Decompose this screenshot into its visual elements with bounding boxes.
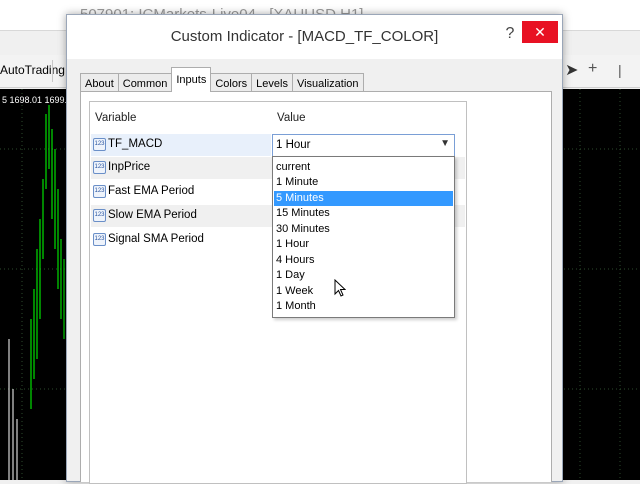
dialog-titlebar[interactable]: Custom Indicator - [MACD_TF_COLOR] ? ✕ <box>67 15 562 59</box>
dropdown-option-15-minutes[interactable]: 15 Minutes <box>274 206 453 221</box>
input-variable-label: Fast EMA Period <box>108 185 195 197</box>
input-row-fast-ema-period[interactable]: 123 Fast EMA Period <box>91 181 271 203</box>
variable-column-header[interactable]: Variable <box>95 112 136 124</box>
integer-type-icon: 123 <box>93 138 106 151</box>
input-row-slow-ema-period[interactable]: 123 Slow EMA Period <box>91 205 271 227</box>
price-chart-right[interactable] <box>560 89 640 480</box>
dropdown-option-30-minutes[interactable]: 30 Minutes <box>274 222 453 237</box>
dropdown-option-1-month[interactable]: 1 Month <box>274 299 453 314</box>
chevron-down-icon[interactable]: ▼ <box>440 138 450 149</box>
tab-inputs[interactable]: Inputs <box>171 67 212 92</box>
value-column-header[interactable]: Value <box>277 112 306 124</box>
integer-type-icon: 123 <box>93 209 106 222</box>
dropdown-option-5-minutes[interactable]: 5 Minutes <box>274 191 453 206</box>
timeframe-dropdown-list: current 1 Minute 5 Minutes 15 Minutes 30… <box>272 156 455 318</box>
dialog-tabs: About Common Inputs Colors Levels Visualizati… <box>80 67 364 94</box>
chart-grid <box>560 89 640 480</box>
tf-macd-selected-value: 1 Hour <box>276 139 311 151</box>
dropdown-option-1-hour[interactable]: 1 Hour <box>274 237 453 252</box>
price-chart-left[interactable] <box>0 89 68 480</box>
candle-chart <box>0 89 68 480</box>
dropdown-option-4-hours[interactable]: 4 Hours <box>274 253 453 268</box>
autotrading-button[interactable]: AutoTrading <box>0 63 65 77</box>
integer-type-icon: 123 <box>93 233 106 246</box>
input-variable-label: InpPrice <box>108 161 151 173</box>
dropdown-option-1-week[interactable]: 1 Week <box>274 284 453 299</box>
input-row-signal-sma-period[interactable]: 123 Signal SMA Period <box>91 229 271 251</box>
integer-type-icon: 123 <box>93 185 106 198</box>
help-button[interactable]: ? <box>497 23 523 45</box>
dialog-title: Custom Indicator - [MACD_TF_COLOR] <box>170 28 439 45</box>
tf-macd-select[interactable]: 1 Hour ▼ <box>272 134 455 157</box>
input-row-tf-macd[interactable]: 123 TF_MACD <box>91 134 271 156</box>
mouse-pointer-icon <box>334 279 346 297</box>
trendline-tool-icon[interactable]: | <box>618 62 622 78</box>
crosshair-tool-icon[interactable]: + <box>588 60 597 78</box>
toolbar-separator <box>52 60 53 82</box>
inputs-grid: Variable Value 123 TF_MACD 123 InpPrice … <box>89 101 467 484</box>
inputs-panel: Variable Value 123 TF_MACD 123 InpPrice … <box>80 91 552 484</box>
dropdown-option-1-day[interactable]: 1 Day <box>274 268 453 283</box>
dropdown-option-current[interactable]: current <box>274 160 453 175</box>
cursor-tool-icon[interactable]: ➤ <box>565 60 578 80</box>
dropdown-option-1-minute[interactable]: 1 Minute <box>274 175 453 190</box>
input-variable-label: Slow EMA Period <box>108 209 197 221</box>
input-row-inpprice[interactable]: 123 InpPrice <box>91 157 271 179</box>
input-variable-label: TF_MACD <box>108 138 163 150</box>
close-button[interactable]: ✕ <box>522 21 558 43</box>
input-variable-label: Signal SMA Period <box>108 233 204 245</box>
integer-type-icon: 123 <box>93 161 106 174</box>
custom-indicator-dialog: Custom Indicator - [MACD_TF_COLOR] ? ✕ A… <box>66 14 563 484</box>
